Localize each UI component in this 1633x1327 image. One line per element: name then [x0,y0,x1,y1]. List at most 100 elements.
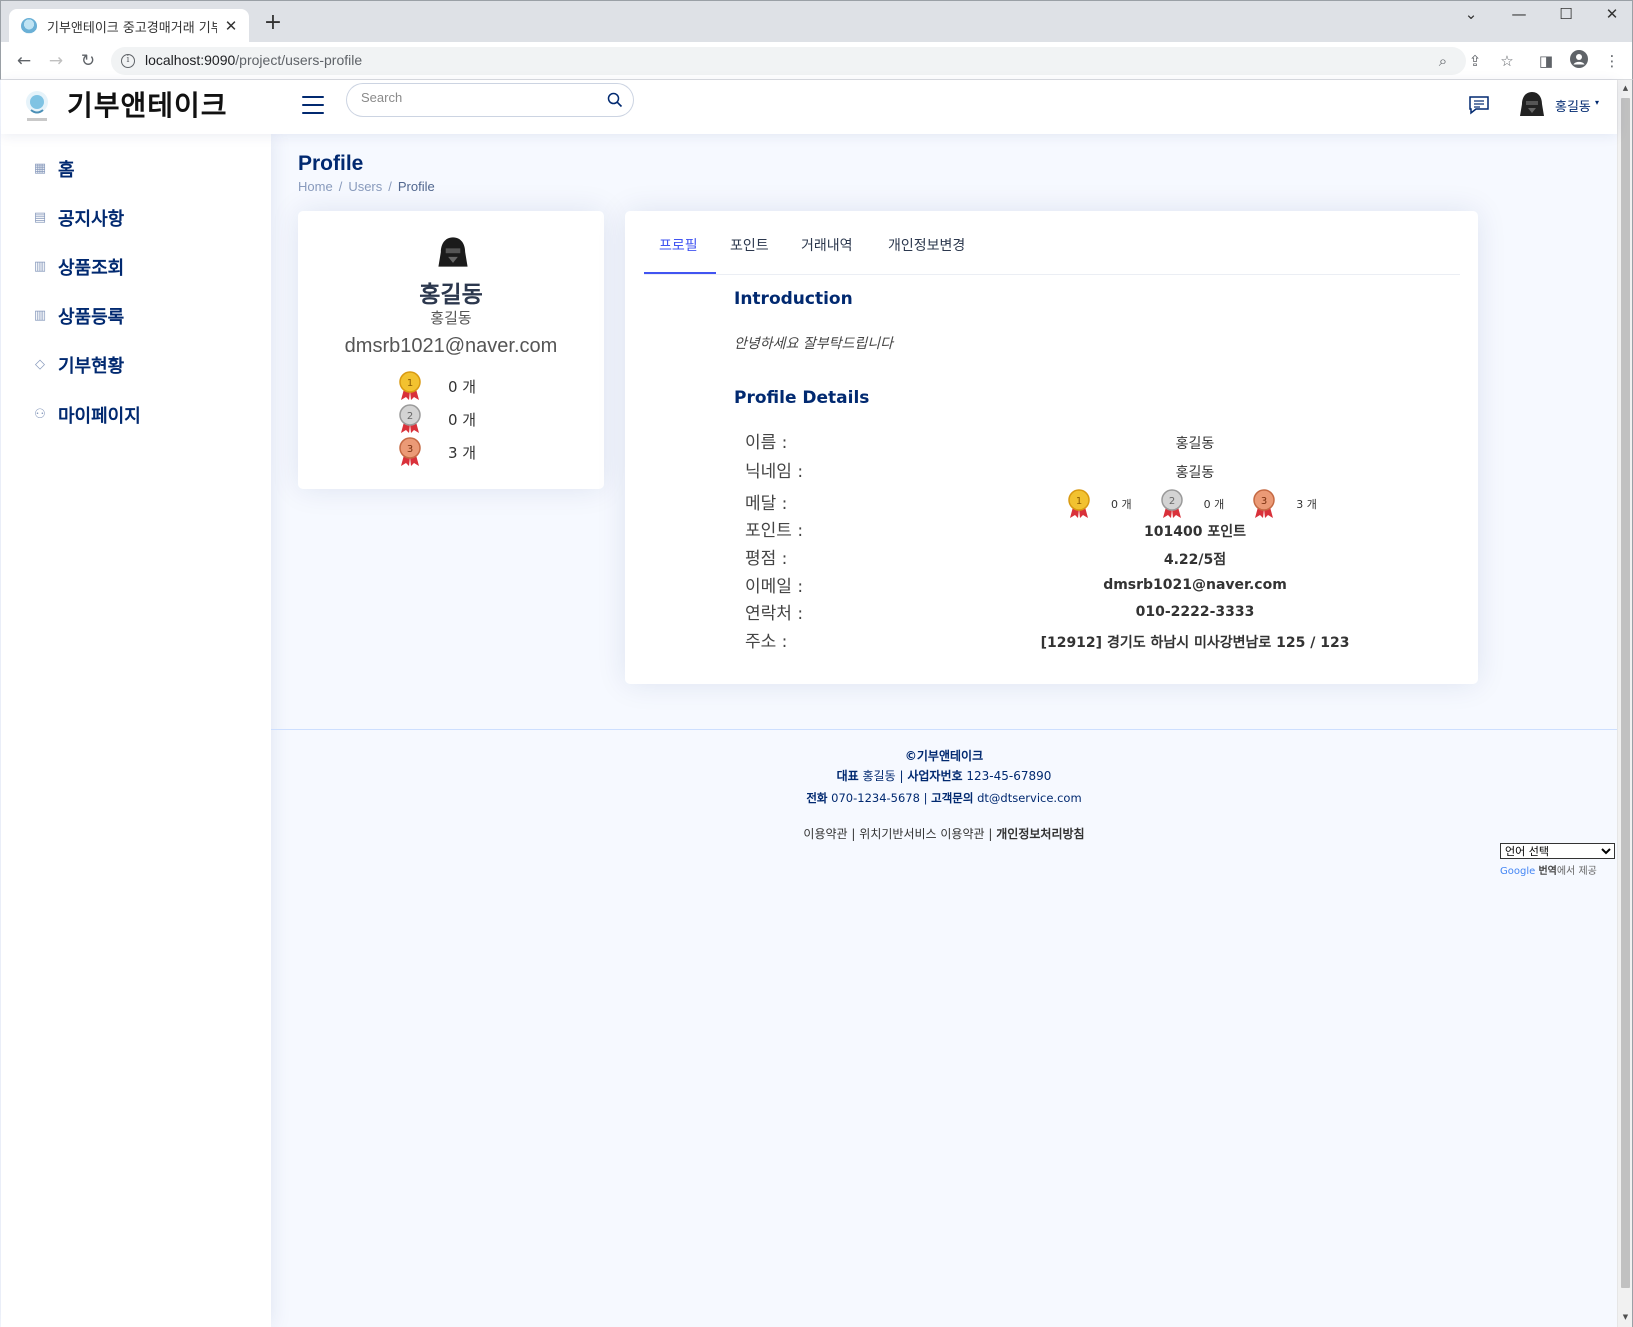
scrollbar-thumb[interactable] [1621,98,1630,1288]
sidebar-item-register[interactable]: ▥ 상품등록 [32,301,124,331]
breadcrumb-users[interactable]: Users [348,179,382,194]
silver-medal-icon: 2 [1160,489,1183,518]
profile-icon[interactable] [1568,50,1590,72]
breadcrumb-home[interactable]: Home [298,179,333,194]
close-window-icon[interactable]: ✕ [1592,5,1632,23]
google-translate-credit[interactable]: Google 번역에서 제공 [1500,862,1597,877]
browser-toolbar: ← → ↻ i localhost:9090/project/users-pro… [0,42,1633,80]
sidebar-item-label: 상품조회 [58,258,125,279]
tab-profile[interactable]: 프로필 [659,235,698,255]
footer-contact-info: 전화 070-1234-5678 | 고객문의 dt@dtservice.com [806,791,1082,805]
messages-icon[interactable] [1468,95,1490,115]
svg-text:3: 3 [407,444,413,455]
tab-search-icon[interactable]: ⌄ [1451,5,1491,23]
tab-edit-info[interactable]: 개인정보변경 [888,235,965,255]
medal-inline-list: 1 0 개 2 0 개 3 3 개 [1067,489,1345,519]
scroll-down-icon[interactable]: ▼ [1618,1309,1633,1325]
gold-count-inline: 0 개 [1111,498,1132,511]
sidebar-item-products[interactable]: ▥ 상품조회 [32,252,124,282]
tab-points[interactable]: 포인트 [730,235,769,255]
value-nickname: 홍길동 [1175,465,1215,481]
site-info-icon[interactable]: i [121,54,135,68]
footer-links: 이용약관 | 위치기반서비스 이용약관 | 개인정보처리방침 [803,827,1085,841]
maximize-icon[interactable]: ☐ [1546,5,1586,23]
privacy-policy-link[interactable]: 개인정보처리방침 [996,827,1084,841]
sidebar-item-label: 기부현황 [58,356,125,377]
breadcrumb: Home / Users / Profile [298,179,435,194]
app-header: 기부앤테이크 홍길동 ▾ [1,80,1617,134]
search-icon[interactable] [607,92,623,108]
logo-text[interactable]: 기부앤테이크 [67,84,228,124]
user-avatar[interactable] [1519,90,1545,118]
close-tab-icon[interactable]: ✕ [223,17,239,35]
silver-medal-row: 2 0 개 [398,404,476,434]
address-bar[interactable]: i localhost:9090/project/users-profile [111,47,1466,75]
profile-card: 홍길동 홍길동 dmsrb1021@naver.com 1 0 개 2 0 개 … [298,211,604,489]
grid-icon: ▦ [33,161,47,176]
journal-icon: ▤ [33,210,47,225]
page-title: Profile [298,152,364,175]
intro-title: Introduction [734,289,853,309]
label-phone: 연락처 : [745,604,804,624]
forward-icon[interactable]: → [45,50,67,72]
back-icon[interactable]: ← [13,50,35,72]
bronze-medal-count: 3 개 [448,443,477,462]
value-email: dmsrb1021@naver.com [1103,577,1287,593]
chevron-down-icon[interactable]: ▾ [1595,98,1599,107]
profile-nickname: 홍길동 [430,309,472,327]
layout-icon: ▥ [33,308,47,323]
label-rating: 평점 : [745,549,788,569]
bronze-count-inline: 3 개 [1296,498,1317,511]
label-nickname: 닉네임 : [745,462,804,482]
sidebar-item-label: 홈 [58,160,75,181]
share-icon[interactable]: ⇪ [1464,50,1486,72]
tab-title: 기부앤테이크 중고경매거래 기부 [47,20,217,36]
sidebar-item-notice[interactable]: ▤ 공지사항 [32,203,124,233]
zoom-icon[interactable]: ⌕ [1432,50,1454,72]
browser-tab[interactable]: 기부앤테이크 중고경매거래 기부 ✕ [9,9,249,43]
value-phone: 010-2222-3333 [1135,604,1255,620]
bronze-medal-icon: 3 [1253,489,1275,518]
minimize-icon[interactable]: — [1499,5,1539,23]
logo-icon[interactable] [22,88,52,124]
profile-tabs: 프로필 포인트 거래내역 개인정보변경 [644,227,1460,275]
label-address: 주소 : [745,632,788,652]
layout-icon: ▥ [33,259,47,274]
svg-text:1: 1 [407,378,413,389]
silver-count-inline: 0 개 [1203,498,1225,511]
profile-avatar [438,237,468,267]
footer-copyright: ©기부앤테이크 [904,749,984,763]
details-title: Profile Details [734,388,870,408]
intro-text: 안녕하세요 잘부탁드립니다 [734,336,894,352]
header-user-name[interactable]: 홍길동 [1555,96,1591,115]
bookmark-star-icon[interactable]: ☆ [1496,50,1518,72]
terms-link[interactable]: 이용약관 [803,827,847,841]
person-icon: ⚇ [34,407,46,422]
sidebar-toggle-icon[interactable] [302,96,324,114]
svg-text:1: 1 [1076,496,1082,507]
language-select[interactable]: 언어 선택 [1500,843,1615,859]
page-scrollbar[interactable]: ▲ ▼ [1617,80,1633,1327]
svg-text:3: 3 [1261,496,1267,507]
new-tab-button[interactable]: + [261,11,285,35]
sidebar-item-home[interactable]: ▦ 홈 [32,154,75,184]
sidebar-item-label: 상품등록 [58,307,125,328]
favicon-icon [21,18,37,34]
footer-company-info: 대표 홍길동 | 사업자번호 123-45-67890 [836,769,1052,783]
svg-text:2: 2 [407,411,413,422]
search-input[interactable] [361,90,591,105]
label-email: 이메일 : [745,577,804,597]
breadcrumb-current: Profile [397,179,435,194]
location-terms-link[interactable]: 위치기반서비스 이용약관 [859,827,984,841]
reload-icon[interactable]: ↻ [77,50,99,72]
gem-icon: ◇ [35,357,45,372]
browser-tabstrip: 기부앤테이크 중고경매거래 기부 ✕ + ⌄ — ☐ ✕ [0,0,1633,43]
sidebar-item-mypage[interactable]: ⚇ 마이페이지 [32,400,141,430]
side-panel-icon[interactable]: ◨ [1535,50,1557,72]
menu-dots-icon[interactable]: ⋮ [1601,50,1623,72]
tab-history[interactable]: 거래내역 [801,235,853,255]
sidebar-item-donation[interactable]: ◇ 기부현황 [32,350,124,380]
scroll-up-icon[interactable]: ▲ [1618,80,1633,96]
url-text[interactable]: localhost:9090/project/users-profile [145,52,362,68]
gold-medal-icon: 1 [399,371,421,400]
